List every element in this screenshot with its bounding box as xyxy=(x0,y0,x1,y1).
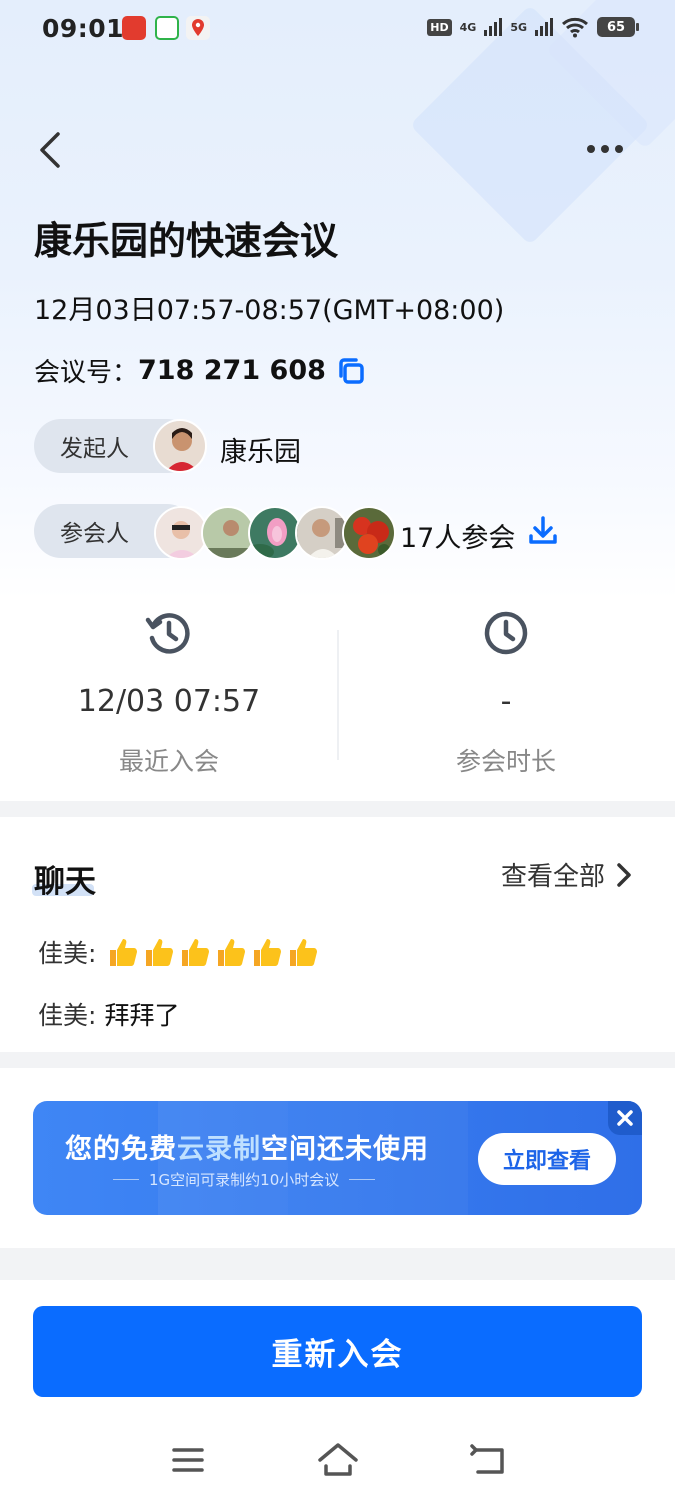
recent-join-stat: 12/03 07:57 最近入会 xyxy=(0,608,338,778)
chat-message: 佳美: xyxy=(38,934,320,970)
rejoin-meeting-button[interactable]: 重新入会 xyxy=(33,1306,642,1397)
thumbs-up-icon xyxy=(254,939,282,966)
view-all-label: 查看全部 xyxy=(500,862,605,892)
chat-sender: 佳美: xyxy=(38,1001,97,1030)
wifi-icon xyxy=(562,17,588,38)
attendee-avatar[interactable] xyxy=(201,506,255,560)
return-icon xyxy=(470,1444,504,1474)
history-clock-icon xyxy=(144,608,194,658)
meeting-id-row: 会议号： 718 271 608 xyxy=(34,352,366,389)
thumbs-up-emojis xyxy=(104,934,320,970)
home-button[interactable] xyxy=(316,1440,358,1480)
status-time: 09:01 xyxy=(42,14,125,43)
dot-icon xyxy=(615,145,623,153)
meeting-title: 康乐园的快速会议 xyxy=(34,219,339,263)
app-notification-icon xyxy=(122,16,146,40)
back-button[interactable] xyxy=(34,128,74,172)
thumbs-up-icon xyxy=(182,939,210,966)
chat-sender: 佳美: xyxy=(38,939,97,968)
signal-icon xyxy=(535,18,553,36)
view-now-button[interactable]: 立即查看 xyxy=(478,1133,616,1185)
banner-line xyxy=(113,1179,139,1180)
more-options-button[interactable] xyxy=(585,134,625,164)
attendee-avatar[interactable] xyxy=(154,506,208,560)
view-all-chat-button[interactable]: 查看全部 xyxy=(501,856,635,893)
copy-icon[interactable] xyxy=(336,356,366,386)
banner-line xyxy=(349,1179,376,1180)
chat-title: 聊天 xyxy=(34,864,96,900)
duration-stat: - 参会时长 xyxy=(337,608,675,778)
attendee-avatar[interactable] xyxy=(295,506,349,560)
meeting-id-label: 会议号： xyxy=(34,358,139,388)
download-icon xyxy=(529,516,557,544)
banner-subtitle-row: 1G空间可录制约10小时会议 xyxy=(113,1169,376,1190)
chevron-right-icon xyxy=(617,862,631,887)
thumbs-up-icon xyxy=(218,939,246,966)
meeting-time-range: 12月03日07:57-08:57(GMT+08:00) xyxy=(34,295,505,326)
download-attendees-button[interactable] xyxy=(526,514,560,548)
battery-icon: 65 xyxy=(597,17,639,37)
dot-icon xyxy=(601,145,609,153)
recent-join-value: 12/03 07:57 xyxy=(77,684,261,719)
host-chip-label: 发起人 xyxy=(60,436,129,462)
section-divider xyxy=(0,1052,675,1068)
banner-title: 您的免费云录制空间还未使用 xyxy=(65,1127,429,1166)
chat-text: 拜拜了 xyxy=(104,1001,180,1030)
recent-apps-button[interactable] xyxy=(168,1440,208,1480)
meeting-id-value: 718 271 608 xyxy=(138,355,326,386)
thumbs-up-icon xyxy=(110,939,138,966)
chat-message: 佳美: 拜拜了 xyxy=(38,996,179,1032)
signal-icon xyxy=(484,18,503,36)
sim1-label: 4G xyxy=(459,20,477,34)
banner-title-highlight: 云录制 xyxy=(177,1134,261,1165)
host-name: 康乐园 xyxy=(220,437,301,468)
banner-subtitle: 1G空间可录制约10小时会议 xyxy=(149,1171,340,1189)
system-back-button[interactable] xyxy=(468,1440,508,1480)
home-icon xyxy=(318,1443,358,1476)
status-bar: 09:01 HD 4G 5G 65 xyxy=(0,0,675,58)
map-pin-notification-icon xyxy=(186,16,210,40)
attendee-count[interactable]: 17人参会 xyxy=(400,516,515,555)
attendees-chip-label: 参会人 xyxy=(60,521,129,547)
cloud-recording-banner[interactable]: 您的免费云录制空间还未使用 1G空间可录制约10小时会议 立即查看 xyxy=(33,1101,642,1215)
recent-join-label: 最近入会 xyxy=(118,747,219,776)
thumbs-up-icon xyxy=(290,939,318,966)
chat-notification-icon xyxy=(155,16,179,40)
dot-icon xyxy=(587,145,595,153)
clock-icon xyxy=(481,608,531,658)
close-icon xyxy=(617,1110,633,1126)
attendee-avatar[interactable] xyxy=(248,506,302,560)
attendee-avatar[interactable] xyxy=(342,506,396,560)
sim2-label: 5G xyxy=(510,20,527,34)
thumbs-up-icon xyxy=(146,939,174,966)
section-divider xyxy=(0,1248,675,1280)
section-divider xyxy=(0,801,675,817)
hd-icon: HD xyxy=(427,18,452,36)
banner-title-prefix: 您的免费 xyxy=(65,1134,177,1165)
menu-icon xyxy=(172,1448,204,1472)
banner-close-button[interactable] xyxy=(608,1101,642,1135)
banner-title-suffix: 空间还未使用 xyxy=(261,1134,429,1165)
duration-value: - xyxy=(500,684,512,719)
duration-label: 参会时长 xyxy=(455,747,556,776)
host-avatar[interactable] xyxy=(153,419,207,473)
chevron-left-icon xyxy=(40,132,60,168)
